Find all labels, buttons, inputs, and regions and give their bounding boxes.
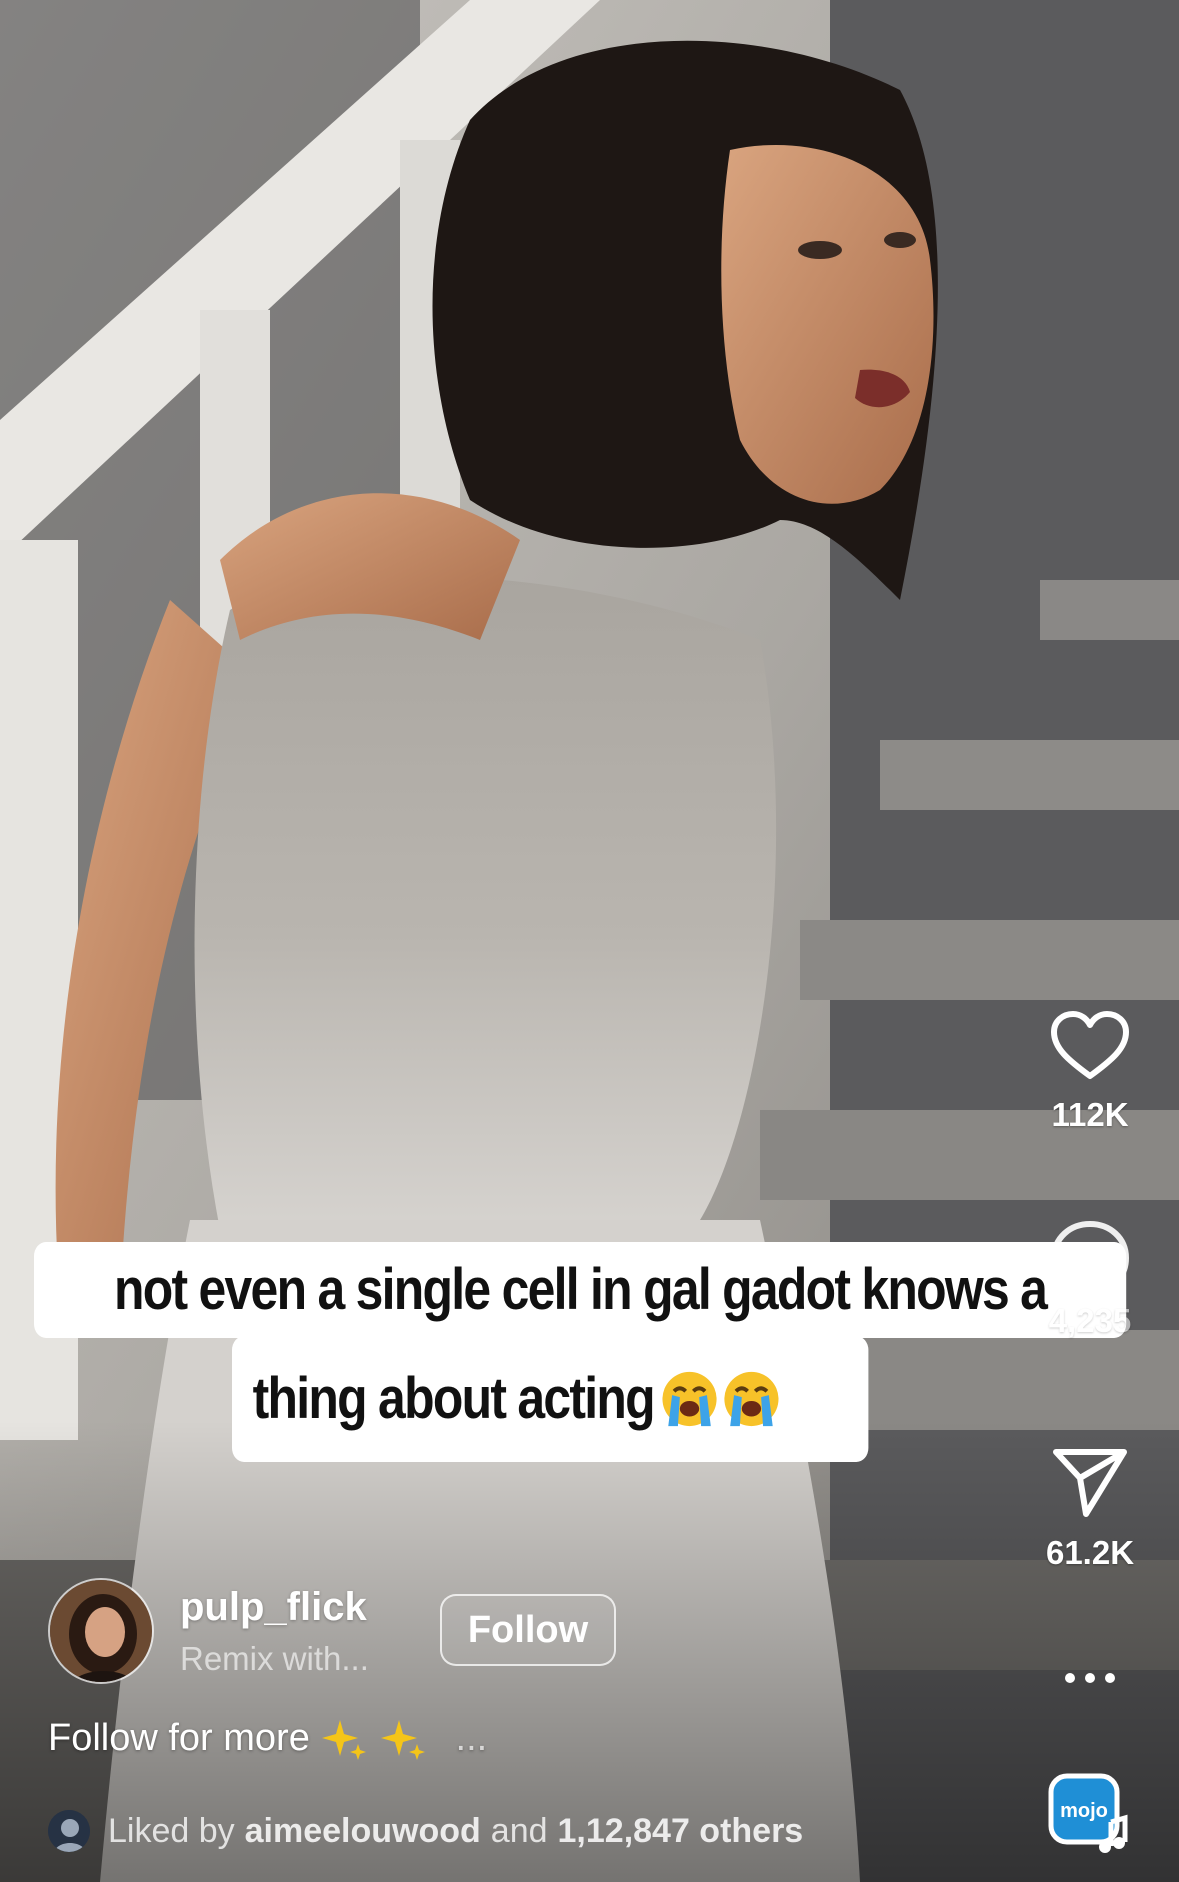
comment-count: 4,235 xyxy=(1048,1302,1132,1339)
description-text: Follow for more xyxy=(48,1717,310,1760)
sparkles-icon xyxy=(380,1720,425,1760)
caption-line-1-text: not even a single cell in gal gadot know… xyxy=(113,1257,1048,1322)
avatar[interactable] xyxy=(48,1578,154,1684)
share-action[interactable]: 61.2K xyxy=(1035,1444,1145,1572)
liked-by-row[interactable]: Liked by aimeelouwood and 1,12,847 other… xyxy=(48,1810,813,1852)
like-action[interactable]: 112K xyxy=(1035,1010,1145,1134)
username-link[interactable]: pulp_flick xyxy=(180,1585,369,1630)
liker-avatar-image xyxy=(48,1810,90,1852)
audio-thumbnail-icon[interactable]: mojo xyxy=(1047,1772,1133,1858)
more-options-button[interactable] xyxy=(1035,1668,1145,1688)
liked-by-user[interactable]: aimeelouwood xyxy=(245,1812,481,1850)
loudly-crying-face-icon xyxy=(724,1371,779,1427)
liked-by-count[interactable]: 1,12,847 others xyxy=(558,1812,804,1850)
sparkles-icon xyxy=(322,1720,367,1760)
send-icon[interactable] xyxy=(1050,1444,1130,1520)
author-row: pulp_flick Remix with... xyxy=(48,1576,369,1686)
post-description[interactable]: Follow for more ... xyxy=(48,1716,487,1764)
loudly-crying-face-icon xyxy=(662,1371,717,1427)
caption-line-2: thing about acting xyxy=(232,1336,869,1462)
caption-line-2-text: thing about acting xyxy=(252,1366,656,1431)
share-count: 61.2K xyxy=(1045,1534,1135,1571)
liker-avatar xyxy=(48,1810,90,1852)
liked-by-middle: and xyxy=(490,1811,548,1850)
heart-icon[interactable] xyxy=(1050,1010,1130,1082)
liked-by-prefix: Liked by xyxy=(108,1811,235,1850)
description-more[interactable]: ... xyxy=(456,1717,488,1759)
audio-badge-text: mojo xyxy=(1060,1800,1108,1822)
avatar-image xyxy=(50,1580,152,1682)
comment-bubble-icon[interactable] xyxy=(1048,1218,1132,1302)
follow-button[interactable]: Follow xyxy=(440,1594,616,1666)
audio-track-button[interactable]: mojo xyxy=(1047,1772,1133,1858)
like-count: 112K xyxy=(1051,1096,1129,1133)
more-dots-icon[interactable] xyxy=(1060,1668,1120,1688)
caption-line-1: not even a single cell in gal gadot know… xyxy=(34,1242,1127,1338)
remix-subtitle[interactable]: Remix with... xyxy=(180,1640,369,1678)
comment-action[interactable]: 4,235 xyxy=(1035,1218,1145,1340)
